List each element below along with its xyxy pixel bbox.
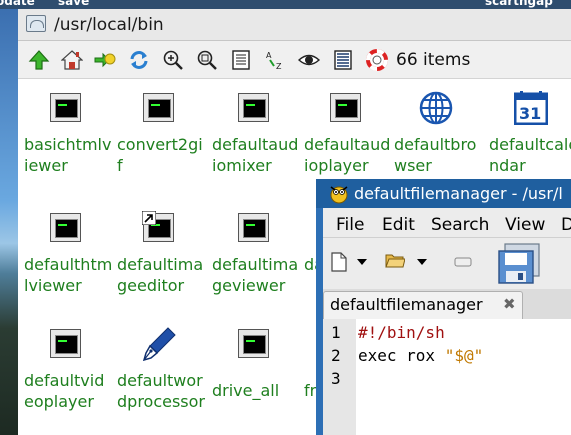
open-folder-icon[interactable] — [385, 251, 405, 269]
code-command: exec rox — [358, 346, 445, 365]
terminal-link-icon — [142, 211, 176, 245]
editor-tabbar: defaultfilemanager ✖ — [323, 289, 571, 319]
editor-window-title: defaultfilemanager - /usr/l — [354, 184, 563, 203]
file-label: defaultaudiomixer — [212, 135, 299, 175]
chevron-down-icon[interactable] — [417, 259, 427, 265]
chevron-down-icon[interactable] — [357, 259, 367, 265]
filer-window-icon — [26, 15, 46, 32]
line-number: 1 — [331, 323, 341, 342]
editor-menubar: File Edit Search View D — [323, 208, 571, 238]
menu-file[interactable]: File — [336, 215, 364, 235]
terminal-icon — [49, 91, 83, 125]
items-count: 66 items — [396, 50, 471, 70]
refresh-icon[interactable] — [128, 49, 150, 71]
svg-text:31: 31 — [519, 104, 541, 123]
pen-nib-icon — [142, 327, 176, 362]
svg-text:A: A — [266, 51, 272, 60]
desktop-item[interactable]: save — [58, 0, 89, 7]
file-item[interactable]: defaultimageeditor — [111, 211, 207, 315]
file-item[interactable]: defaultimageviewer — [206, 211, 302, 315]
calendar-icon: 31 — [513, 91, 549, 126]
help-icon[interactable] — [366, 49, 388, 71]
file-label: basichtmlviewer — [24, 135, 112, 175]
line-number-gutter: 1 2 3 — [323, 319, 356, 435]
file-label: defaultimageeditor — [117, 255, 204, 295]
menu-search[interactable]: Search — [431, 215, 489, 235]
terminal-icon — [49, 327, 83, 361]
code-string: "$@" — [444, 346, 484, 365]
terminal-icon — [329, 91, 363, 125]
window-titlebar[interactable]: /usr/local/bin — [18, 9, 571, 41]
desktop-screen: odate save scarthgap /usr/local/bin A Z … — [0, 0, 571, 435]
filer-toolbar: AZ 66 items — [18, 41, 571, 79]
details-icon[interactable] — [230, 49, 252, 71]
line-number: 3 — [331, 369, 341, 388]
menu-d[interactable]: D — [561, 215, 571, 235]
editor-toolbar — [323, 239, 571, 289]
show-hidden-icon[interactable] — [298, 49, 320, 71]
svg-text:Z: Z — [276, 62, 282, 71]
terminal-icon — [142, 91, 176, 125]
text-editor-window: defaultfilemanager - /usr/l File Edit Se… — [316, 179, 571, 435]
code-area[interactable]: 1 2 3 #!/bin/sh exec rox "$@" — [323, 319, 571, 435]
terminal-icon — [49, 211, 83, 245]
file-item[interactable]: defaultaudiomixer — [206, 91, 302, 195]
file-item[interactable]: convert2gif — [111, 91, 207, 195]
code-line: #!/bin/sh — [358, 323, 445, 342]
line-number: 2 — [331, 346, 341, 365]
save-icon[interactable] — [497, 243, 541, 285]
desktop-item[interactable]: odate — [0, 0, 35, 7]
file-label: defaultwordprocessor — [117, 371, 206, 411]
clear-icon[interactable] — [454, 257, 472, 267]
file-item[interactable]: defaultwordprocessor — [111, 327, 207, 435]
bookmarks-icon[interactable] — [94, 49, 116, 71]
home-icon[interactable] — [61, 49, 83, 71]
new-file-icon[interactable] — [331, 252, 347, 272]
file-item[interactable]: basichtmlviewer — [18, 91, 114, 195]
menu-view[interactable]: View — [505, 215, 545, 235]
file-label: defaultcalendar — [489, 135, 571, 175]
select-icon[interactable] — [332, 49, 354, 71]
code-line: exec rox "$@" — [358, 346, 483, 365]
tab-label: defaultfilemanager — [330, 295, 483, 314]
zoom-fit-icon[interactable] — [196, 49, 218, 71]
file-label: convert2gif — [117, 135, 203, 175]
terminal-icon — [237, 211, 271, 245]
file-label: defaultvideoplayer — [24, 371, 105, 411]
desktop-top-strip: odate save scarthgap — [0, 0, 571, 9]
file-item[interactable]: drive_all — [206, 327, 302, 435]
file-label: drive_all — [212, 381, 280, 400]
file-label: defaulthtmlviewer — [24, 255, 113, 295]
file-item[interactable]: defaulthtmlviewer — [18, 211, 114, 315]
terminal-icon — [237, 327, 271, 361]
desktop-wallpaper — [0, 9, 18, 435]
file-label: defaultbrowser — [394, 135, 477, 175]
tab-defaultfilemanager[interactable]: defaultfilemanager ✖ — [323, 291, 523, 319]
terminal-icon — [237, 91, 271, 125]
file-label: defaultaudioplayer — [304, 135, 391, 175]
file-item[interactable]: defaultvideoplayer — [18, 327, 114, 435]
close-icon[interactable]: ✖ — [503, 295, 516, 313]
window-title: /usr/local/bin — [54, 15, 164, 35]
file-label: defaultimageviewer — [212, 255, 299, 295]
up-icon[interactable] — [28, 49, 50, 71]
sort-icon[interactable]: AZ — [264, 49, 286, 71]
desktop-item[interactable]: scarthgap — [485, 0, 553, 7]
editor-body: File Edit Search View D defaultfilemanag… — [323, 208, 571, 435]
globe-icon — [419, 91, 453, 125]
menu-edit[interactable]: Edit — [382, 215, 415, 235]
editor-titlebar[interactable]: defaultfilemanager - /usr/l — [316, 179, 571, 208]
editor-app-icon — [328, 183, 350, 204]
zoom-in-icon[interactable] — [162, 49, 184, 71]
